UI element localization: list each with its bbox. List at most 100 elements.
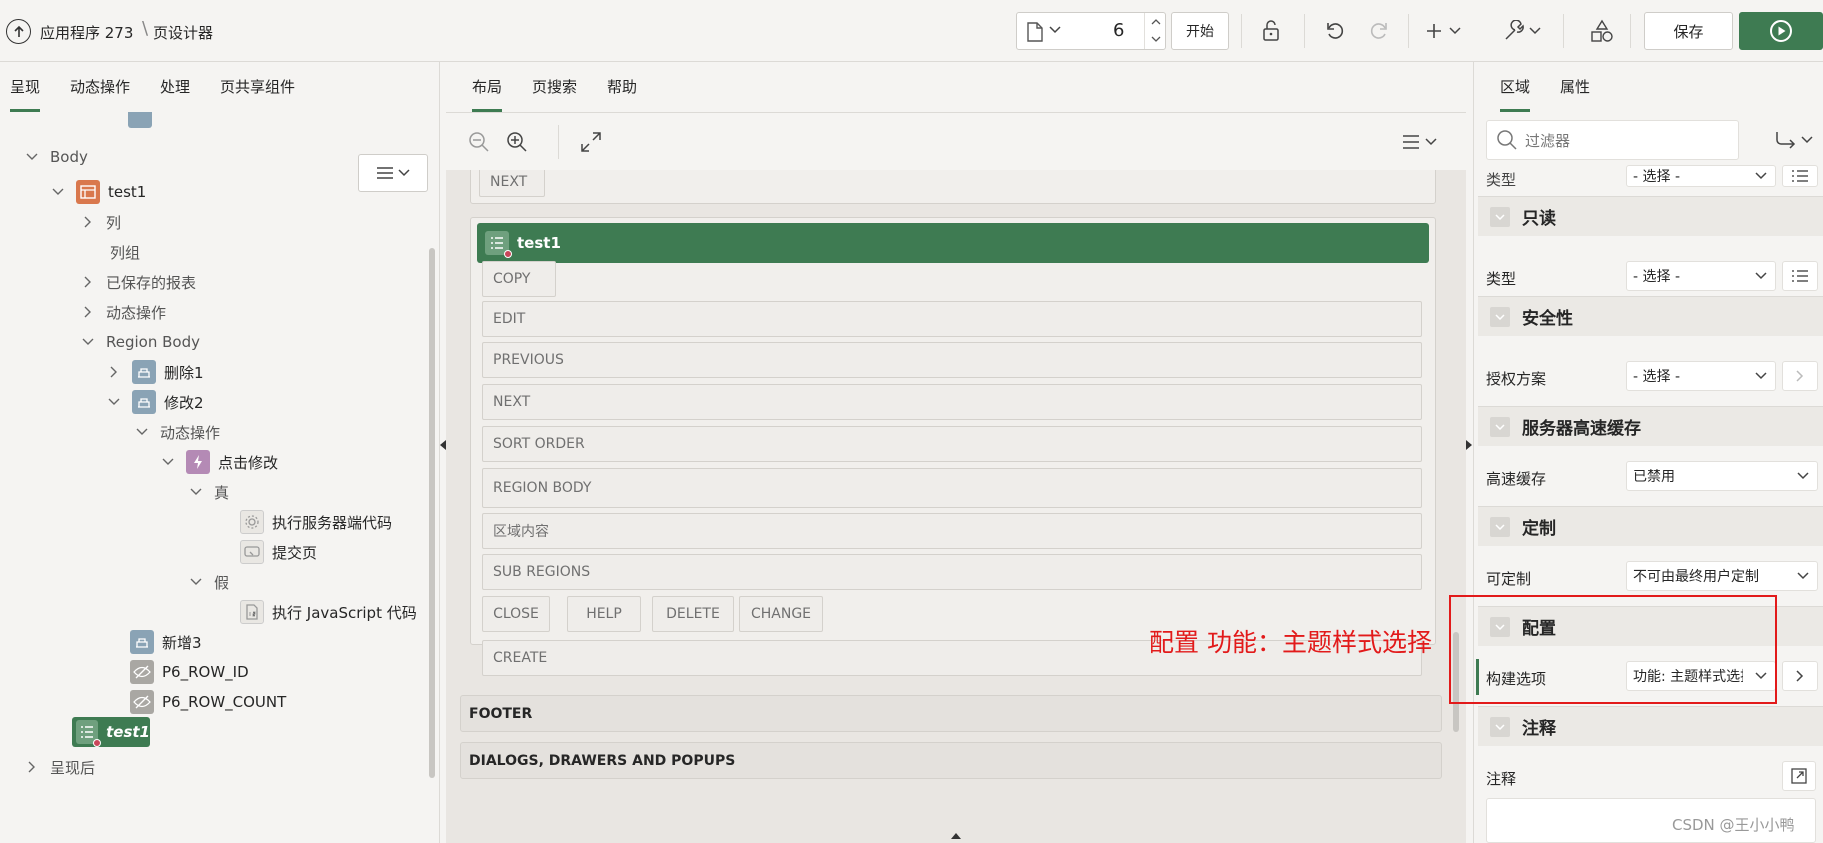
chevron-down-icon[interactable] <box>24 149 40 165</box>
position-previous[interactable]: PREVIOUS <box>482 342 1422 378</box>
open-editor-icon[interactable] <box>1782 761 1816 791</box>
chevron-down-icon[interactable] <box>188 574 204 590</box>
position-copy[interactable]: COPY <box>482 261 556 297</box>
back-to-app-icon[interactable] <box>6 19 31 44</box>
position-delete[interactable]: DELETE <box>652 596 734 632</box>
collapse-chevron-icon[interactable] <box>1490 306 1510 327</box>
tab-attributes[interactable]: 属性 <box>1560 62 1590 112</box>
tree-node-add3[interactable]: 新增3 <box>130 627 202 657</box>
chevron-right-icon[interactable] <box>1782 661 1818 691</box>
chevron-right-icon[interactable] <box>106 364 122 380</box>
chevron-down-icon[interactable] <box>50 184 66 200</box>
tree-node-columns[interactable]: 列 <box>80 207 121 237</box>
chevron-down-icon[interactable] <box>80 334 96 350</box>
tree-node-true[interactable]: 真 <box>188 477 229 507</box>
dialogs-drawers-popups-position[interactable]: DIALOGS, DRAWERS AND POPUPS <box>460 742 1442 779</box>
tree-node-after-header[interactable]: 呈现后 <box>24 752 95 782</box>
tree-node-row-count[interactable]: P6_ROW_COUNT <box>130 687 286 717</box>
tree-node-region-body[interactable]: Region Body <box>80 327 200 357</box>
chevron-down-icon[interactable] <box>106 394 122 410</box>
run-page-button[interactable] <box>1739 12 1823 50</box>
chevron-right-icon[interactable] <box>80 214 96 230</box>
tab-rendering[interactable]: 呈现 <box>10 62 41 112</box>
tree-node-body[interactable]: Body <box>24 142 88 172</box>
section-readonly[interactable]: 只读 <box>1478 196 1823 236</box>
tab-processing[interactable]: 处理 <box>160 62 190 112</box>
tree-node-row-id[interactable]: P6_ROW_ID <box>130 657 249 687</box>
go-to-group-icon[interactable] <box>1774 130 1814 150</box>
tree-node-false[interactable]: 假 <box>188 567 229 597</box>
section-security[interactable]: 安全性 <box>1478 296 1823 336</box>
position-close[interactable]: CLOSE <box>482 596 550 632</box>
collapse-right-icon[interactable] <box>1466 440 1472 450</box>
start-button[interactable]: 开始 <box>1171 12 1229 50</box>
position-region-content[interactable]: 区域内容 <box>482 513 1422 549</box>
tree-node-click-modify[interactable]: 点击修改 <box>160 447 278 477</box>
collapse-chevron-icon[interactable] <box>1490 716 1510 737</box>
customizable-select[interactable]: 不可由最终用户定制 <box>1626 561 1818 591</box>
position-region-body[interactable]: REGION BODY <box>482 468 1422 508</box>
page-selector[interactable] <box>1016 12 1166 50</box>
utilities-wrench-icon[interactable] <box>1500 12 1548 50</box>
tree-scrollbar[interactable] <box>429 248 435 778</box>
chevron-down-icon[interactable] <box>134 424 150 440</box>
tab-layout[interactable]: 布局 <box>472 62 503 112</box>
region-above[interactable]: NEXT <box>470 170 1436 204</box>
tree-node-dynamic-actions[interactable]: 动态操作 <box>80 297 166 327</box>
tab-shared-components[interactable]: 页共享组件 <box>220 62 295 112</box>
tab-region[interactable]: 区域 <box>1500 62 1531 112</box>
chevron-down-icon[interactable] <box>188 484 204 500</box>
position-sub-regions[interactable]: SUB REGIONS <box>482 554 1422 590</box>
cache-select[interactable]: 已禁用 <box>1626 461 1818 491</box>
position-change[interactable]: CHANGE <box>739 596 823 632</box>
tab-help[interactable]: 帮助 <box>607 62 637 112</box>
chevron-right-icon[interactable] <box>80 274 96 290</box>
position-help[interactable]: HELP <box>567 596 641 632</box>
save-button[interactable]: 保存 <box>1644 12 1733 50</box>
lock-icon[interactable] <box>1256 12 1286 50</box>
expand-icon[interactable] <box>580 131 602 153</box>
list-icon[interactable] <box>1782 261 1818 291</box>
chevron-right-icon[interactable] <box>80 304 96 320</box>
tree-node-exec-server-code[interactable]: 执行服务器端代码 <box>240 507 392 537</box>
tree-node-exec-js[interactable]: 执行 JavaScript 代码 <box>240 597 417 627</box>
app-name-link[interactable]: 应用程序 273 <box>40 22 133 43</box>
authorization-select[interactable]: - 选择 - <box>1626 361 1776 391</box>
collapse-chevron-icon[interactable] <box>1490 416 1510 437</box>
footer-position[interactable]: FOOTER <box>460 695 1442 732</box>
tab-page-search[interactable]: 页搜索 <box>532 62 577 112</box>
section-server-cache[interactable]: 服务器高速缓存 <box>1478 406 1823 446</box>
section-customization[interactable]: 定制 <box>1478 506 1823 546</box>
create-menu-button[interactable] <box>1423 12 1469 50</box>
stepper-up-icon[interactable] <box>1151 18 1161 25</box>
shared-components-shapes-icon[interactable] <box>1587 12 1617 50</box>
collapse-chevron-icon[interactable] <box>1490 206 1510 227</box>
tab-dynamic-actions[interactable]: 动态操作 <box>70 62 130 112</box>
tree-node-submit-page[interactable]: 提交页 <box>240 537 317 567</box>
tree-node-delete1[interactable]: 删除1 <box>106 357 204 387</box>
tree-node-dynamic-actions-2[interactable]: 动态操作 <box>134 417 220 447</box>
layout-menu-icon[interactable] <box>1402 133 1442 151</box>
tree-node-modify2[interactable]: 修改2 <box>106 387 204 417</box>
tree-node-column-groups[interactable]: 列组 <box>110 237 140 267</box>
list-icon[interactable] <box>1782 165 1818 187</box>
chevron-right-icon[interactable] <box>24 759 40 775</box>
position-sort-order[interactable]: SORT ORDER <box>482 426 1422 462</box>
position-next[interactable]: NEXT <box>482 384 1422 420</box>
region-test1-header[interactable]: test1 <box>477 223 1429 263</box>
top-type-select[interactable]: - 选择 - <box>1626 165 1776 187</box>
stepper-down-icon[interactable] <box>1151 36 1161 43</box>
position-edit[interactable]: EDIT <box>482 301 1422 337</box>
zoom-out-icon[interactable] <box>468 131 490 153</box>
readonly-type-select[interactable]: - 选择 - <box>1626 261 1776 291</box>
position-next[interactable]: NEXT <box>479 170 545 197</box>
chevron-down-icon[interactable] <box>1049 26 1061 34</box>
page-number-input[interactable]: 6 <box>1113 20 1124 41</box>
chevron-down-icon[interactable] <box>160 454 176 470</box>
tree-node-test1-selected[interactable]: test1 <box>72 717 150 747</box>
property-filter-input[interactable]: 过滤器 <box>1486 120 1739 160</box>
undo-icon[interactable] <box>1320 12 1350 50</box>
zoom-in-icon[interactable] <box>506 131 528 153</box>
tree-node-saved-reports[interactable]: 已保存的报表 <box>80 267 196 297</box>
collapse-chevron-icon[interactable] <box>1490 516 1510 537</box>
